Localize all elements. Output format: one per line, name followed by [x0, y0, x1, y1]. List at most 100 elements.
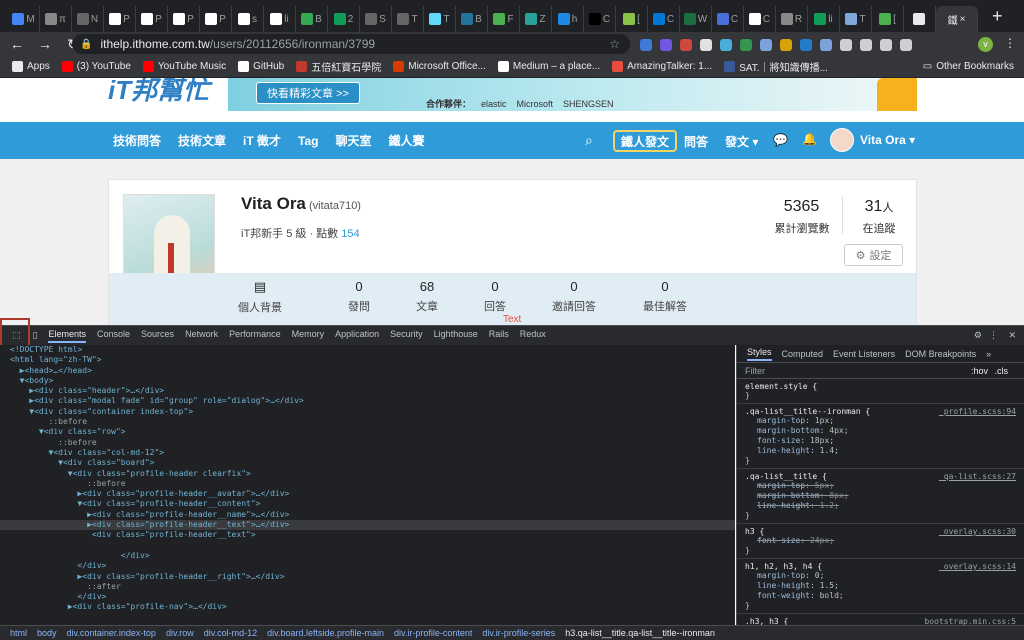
extension-icon[interactable] — [820, 39, 832, 51]
user-avatar[interactable] — [830, 128, 854, 152]
back-icon[interactable]: ← — [6, 36, 28, 52]
ad-banner[interactable]: 快看精彩文章 >> 合作夥伴： elastic Microsoft SHENGS… — [228, 78, 917, 111]
nav-ask-button[interactable]: 問答 — [684, 133, 708, 150]
settings-button[interactable]: ⚙ 設定 — [844, 244, 903, 266]
dom-node[interactable]: ▶<div class="header">…</div> — [0, 386, 735, 396]
devtools-tab-performance[interactable]: Performance — [229, 329, 281, 343]
dom-node[interactable]: ▶<div class="profile-header__right">…</d… — [0, 572, 735, 582]
breadcrumb-item[interactable]: div.container.index-top — [67, 628, 156, 638]
dom-node[interactable]: </div> — [0, 592, 735, 602]
css-property[interactable]: margin-top: 1px; — [745, 416, 1016, 426]
extension-icon[interactable] — [840, 39, 852, 51]
breadcrumb-item[interactable]: div.col-md-12 — [204, 628, 257, 638]
browser-tab[interactable]: P — [200, 6, 232, 32]
bookmark-item[interactable]: 五倍紅寶石學院 — [296, 59, 381, 74]
browser-tab[interactable]: P — [168, 6, 200, 32]
search-icon[interactable]: ⌕ — [585, 132, 593, 149]
new-tab-icon[interactable]: + — [992, 6, 1003, 27]
browser-tab[interactable]: B — [456, 6, 488, 32]
browser-tab[interactable]: B — [296, 6, 328, 32]
more-tabs-icon[interactable]: » — [986, 349, 991, 359]
dom-node[interactable]: ▶<head>…</head> — [0, 366, 735, 376]
browser-tab[interactable]: C — [584, 6, 616, 32]
extension-icon[interactable] — [880, 39, 892, 51]
browser-tab[interactable]: h — [552, 6, 584, 32]
profile-avatar-icon[interactable]: v — [978, 37, 993, 52]
dom-node[interactable]: ::before — [0, 479, 735, 489]
dom-node[interactable]: ▼<div class="row"> — [0, 427, 735, 437]
points-link[interactable]: 154 — [341, 228, 359, 240]
devtools-tab-network[interactable]: Network — [185, 329, 218, 343]
user-menu[interactable]: Vita Ora ▾ — [860, 133, 915, 147]
styles-tab-event-listeners[interactable]: Event Listeners — [833, 349, 895, 359]
css-property[interactable]: margin-bottom: 8px; — [745, 491, 1016, 501]
browser-tab[interactable] — [904, 6, 936, 32]
breadcrumb-item[interactable]: body — [37, 628, 57, 638]
nav-ironman[interactable]: 鐵人賽 — [389, 132, 425, 149]
dom-node[interactable]: ▼<div class="profile-header__content"> — [0, 499, 735, 509]
dom-node[interactable]: <html lang="zh-TW"> — [0, 355, 735, 365]
extension-icon[interactable] — [740, 39, 752, 51]
dom-node[interactable] — [0, 541, 735, 551]
browser-tab[interactable]: C — [744, 6, 776, 32]
dom-node[interactable]: <div class="profile-header__text"> — [0, 530, 735, 540]
dom-node[interactable]: </div> — [0, 551, 735, 561]
browser-tab[interactable]: P — [104, 6, 136, 32]
devtools-tab-application[interactable]: Application — [335, 329, 379, 343]
devtools-tab-rails[interactable]: Rails — [489, 329, 509, 343]
cls-toggle[interactable]: .cls — [995, 366, 1009, 376]
dom-node[interactable]: ▶<div class="modal fade" id="group" role… — [0, 396, 735, 406]
profile-stat[interactable]: 0 最佳解答 — [630, 279, 700, 314]
dom-node[interactable]: ::after — [0, 582, 735, 592]
browser-tab[interactable]: s — [232, 6, 264, 32]
profile-stat[interactable]: 0 回答 — [460, 279, 530, 314]
extension-icon[interactable] — [900, 39, 912, 51]
dom-node[interactable]: <!DOCTYPE html> — [0, 345, 735, 355]
css-property[interactable]: font-size: 24px; — [745, 536, 1016, 546]
dom-node[interactable]: ▼<div class="board"> — [0, 458, 735, 468]
css-source-link[interactable]: bootstrap.min.css:5 — [924, 617, 1016, 625]
styles-tab-dom-breakpoints[interactable]: DOM Breakpoints — [905, 349, 976, 359]
dom-node[interactable]: </div> — [0, 561, 735, 571]
site-logo[interactable]: iT邦幫忙 — [108, 78, 209, 107]
browser-tab[interactable]: 2 — [328, 6, 360, 32]
nav-jobs[interactable]: iT 徵才 — [243, 132, 281, 149]
address-bar[interactable]: 🔒 ithelp.ithome.com.tw/users/20112656/ir… — [72, 34, 630, 54]
dom-node[interactable]: ▶<div class="profile-header__text">…</di… — [0, 520, 735, 531]
bookmark-item[interactable]: YouTube Music — [142, 59, 226, 74]
browser-tab[interactable]: T — [424, 6, 456, 32]
forward-icon[interactable]: → — [34, 36, 56, 52]
browser-tab[interactable]: P — [136, 6, 168, 32]
breadcrumb-item[interactable]: div.ir-profile-series — [482, 628, 555, 638]
nav-post-dropdown[interactable]: 發文 ▾ — [725, 133, 758, 150]
profile-stat[interactable]: 0 邀請回答 — [539, 279, 609, 314]
extension-icon[interactable] — [720, 39, 732, 51]
css-property[interactable]: margin-top: 0; — [745, 571, 1016, 581]
menu-icon[interactable]: ⋮ — [1004, 36, 1016, 50]
dom-node[interactable]: ▼<body> — [0, 376, 735, 386]
css-property[interactable]: font-weight: bold; — [745, 591, 1016, 601]
devtools-tab-elements[interactable]: Elements — [48, 329, 86, 343]
extension-icon[interactable] — [660, 39, 672, 51]
browser-tab[interactable]: T — [840, 6, 872, 32]
devtools-tab-memory[interactable]: Memory — [292, 329, 325, 343]
bookmark-star-icon[interactable]: ☆ — [609, 37, 620, 51]
settings-gear-icon[interactable]: ⚙ — [974, 330, 982, 341]
bookmark-item[interactable]: SAT.｜將知識傳播... — [724, 59, 828, 74]
breadcrumb-item[interactable]: div.ir-profile-content — [394, 628, 472, 638]
browser-tab[interactable]: C — [712, 6, 744, 32]
extension-icon[interactable] — [800, 39, 812, 51]
css-source-link[interactable]: _profile.scss:94 — [939, 407, 1016, 416]
dom-node[interactable]: ::before — [0, 417, 735, 427]
css-source-link[interactable]: _overlay.scss:14 — [939, 562, 1016, 571]
profile-stat[interactable]: 68 文章 — [392, 279, 462, 314]
bookmark-item[interactable]: (3) YouTube — [61, 59, 131, 74]
profile-stat[interactable]: ▤ 個人背景 — [225, 279, 295, 315]
browser-tab[interactable]: F — [488, 6, 520, 32]
extension-icon[interactable] — [640, 39, 652, 51]
css-source-link[interactable]: _qa-list.scss:27 — [939, 472, 1016, 481]
breadcrumb-item[interactable]: h3.qa-list__title.qa-list__title--ironma… — [565, 628, 715, 638]
browser-tab[interactable]: [ — [616, 6, 648, 32]
browser-tab[interactable]: C — [648, 6, 680, 32]
nav-tag[interactable]: Tag — [298, 134, 318, 148]
